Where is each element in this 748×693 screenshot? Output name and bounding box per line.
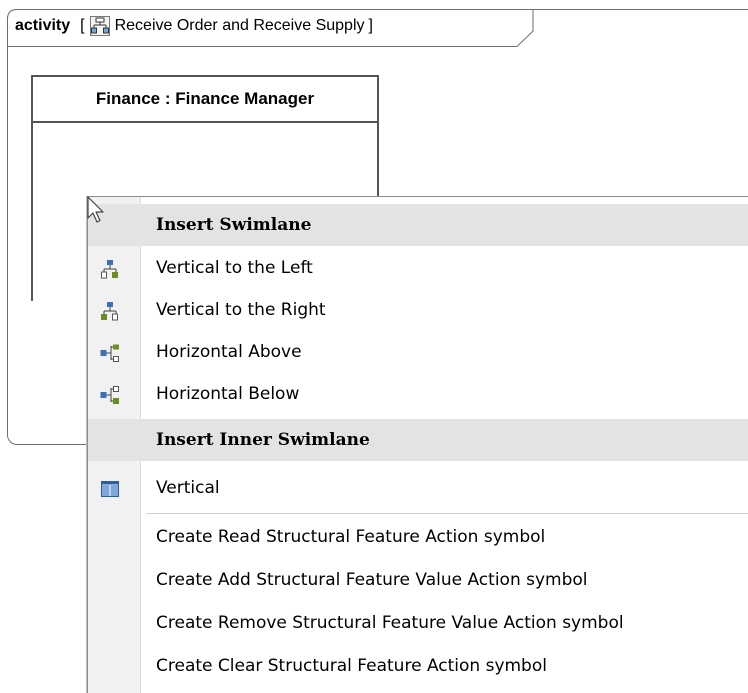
menu-header-insert-swimlane: Insert Swimlane — [88, 204, 748, 246]
menu-item-label: Vertical to the Left — [156, 258, 313, 278]
open-bracket: [ — [80, 17, 85, 34]
vertical-left-swimlane-icon — [100, 259, 120, 279]
horizontal-above-swimlane-icon — [100, 343, 120, 363]
activity-diagram-icon — [89, 16, 110, 36]
menu-separator — [146, 513, 748, 514]
close-bracket: ] — [368, 17, 373, 34]
menu-item-label: Vertical — [156, 478, 220, 498]
menu-item-create-clear-structural-feature[interactable]: Create Clear Structural Feature Action s… — [88, 645, 748, 687]
menu-item-vertical-right[interactable]: Vertical to the Right — [88, 289, 748, 331]
menu-item-horizontal-above[interactable]: Horizontal Above — [88, 331, 748, 373]
menu-item-label: Create Remove Structural Feature Value A… — [156, 613, 624, 633]
menu-item-create-add-structural-feature-value[interactable]: Create Add Structural Feature Value Acti… — [88, 559, 748, 601]
menu-item-vertical-left[interactable]: Vertical to the Left — [88, 247, 748, 289]
menu-item-label: Create Add Structural Feature Value Acti… — [156, 570, 588, 590]
menu-header-insert-inner-swimlane: Insert Inner Swimlane — [88, 419, 748, 461]
menu-header-label: Insert Inner Swimlane — [156, 430, 370, 450]
menu-item-horizontal-below[interactable]: Horizontal Below — [88, 373, 748, 415]
horizontal-below-swimlane-icon — [100, 385, 120, 405]
menu-item-label: Horizontal Above — [156, 342, 302, 362]
menu-item-label: Horizontal Below — [156, 384, 300, 404]
menu-item-create-remove-structural-feature-value[interactable]: Create Remove Structural Feature Value A… — [88, 602, 748, 644]
vertical-right-swimlane-icon — [100, 301, 120, 321]
menu-item-label: Create Clear Structural Feature Action s… — [156, 656, 547, 676]
menu-item-label: Create Read Structural Feature Action sy… — [156, 527, 546, 547]
menu-item-create-read-structural-feature[interactable]: Create Read Structural Feature Action sy… — [88, 516, 748, 558]
diagram-kind: activity — [15, 17, 71, 34]
swimlane-title: Finance : Finance Manager — [95, 89, 315, 108]
menu-item-vertical[interactable]: Vertical — [88, 467, 748, 509]
menu-header-label: Insert Swimlane — [156, 215, 312, 235]
mouse-pointer-icon — [86, 196, 108, 230]
diagram-frame-label: activity [ Receive Order and Receive Sup… — [15, 15, 373, 37]
diagram-name: Receive Order and Receive Supply — [114, 17, 365, 34]
swimlane-header[interactable]: Finance : Finance Manager — [31, 75, 379, 123]
vertical-inner-swimlane-icon — [100, 479, 120, 499]
context-menu: Insert Swimlane Vertical to the Left Ver… — [87, 196, 748, 693]
menu-item-label: Vertical to the Right — [156, 300, 326, 320]
